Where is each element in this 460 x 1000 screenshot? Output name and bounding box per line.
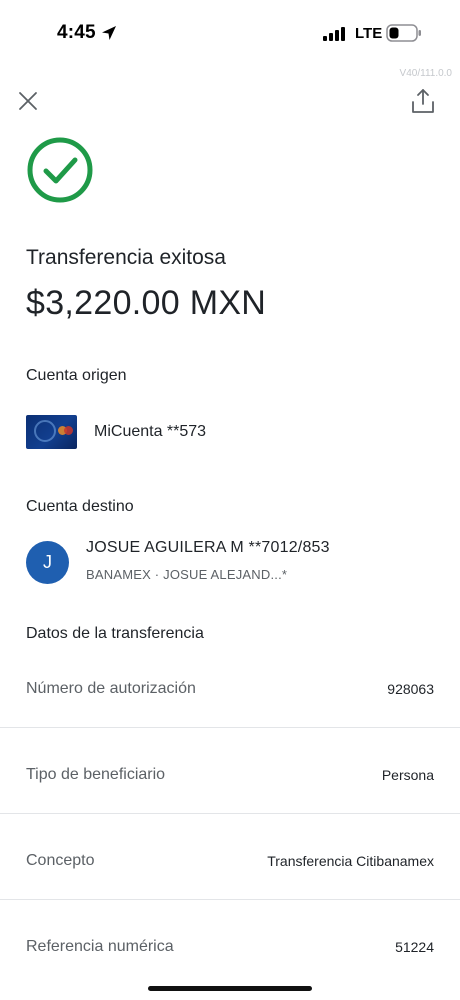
receipt-title: Transferencia exitosa [26, 246, 226, 269]
location-arrow-icon [102, 26, 116, 40]
battery-icon [386, 24, 421, 42]
detail-row-beneficiary-type: Tipo de beneficiario Persona [0, 728, 460, 814]
check-circle-icon [27, 137, 93, 203]
status-time: 4:45 [57, 22, 96, 43]
detail-value: 928063 [387, 681, 434, 697]
close-icon [19, 92, 37, 110]
detail-value: 51224 [395, 939, 434, 955]
card-logo-right [64, 426, 73, 435]
card-swirl [34, 420, 56, 442]
detail-row-authorization: Número de autorización 928063 [0, 642, 460, 728]
status-bar: 4:45 LTE [0, 0, 460, 66]
transfer-amount: $3,220.00 MXN [26, 284, 267, 322]
origin-account: MiCuenta **573 [94, 423, 207, 440]
destination-subtitle: BANAMEX · JOSUE ALEJAND...* [86, 567, 288, 582]
destination-name: JOSUE AGUILERA M **7012/853 [86, 539, 330, 556]
detail-label: Tipo de beneficiario [26, 766, 166, 783]
origin-heading: Cuenta origen [26, 367, 127, 384]
home-indicator[interactable] [148, 986, 312, 991]
details-heading: Datos de la transferencia [26, 625, 204, 642]
detail-label: Concepto [26, 852, 95, 869]
detail-value: Transferencia Citibanamex [267, 853, 434, 869]
network-label: LTE [355, 25, 383, 42]
destination-heading: Cuenta destino [26, 498, 134, 515]
share-icon [412, 89, 434, 113]
detail-label: Número de autorización [26, 680, 196, 697]
card-image [26, 415, 77, 449]
app-version: V40/111.0.0 [399, 68, 452, 79]
detail-label: Referencia numérica [26, 938, 174, 955]
avatar: J [26, 541, 69, 584]
signal-icon [323, 27, 345, 41]
detail-row-concept: Concepto Transferencia Citibanamex [0, 814, 460, 900]
close-button[interactable] [17, 90, 39, 112]
share-button[interactable] [411, 88, 435, 114]
detail-row-reference: Referencia numérica 51224 [0, 900, 460, 986]
detail-value: Persona [381, 767, 434, 783]
